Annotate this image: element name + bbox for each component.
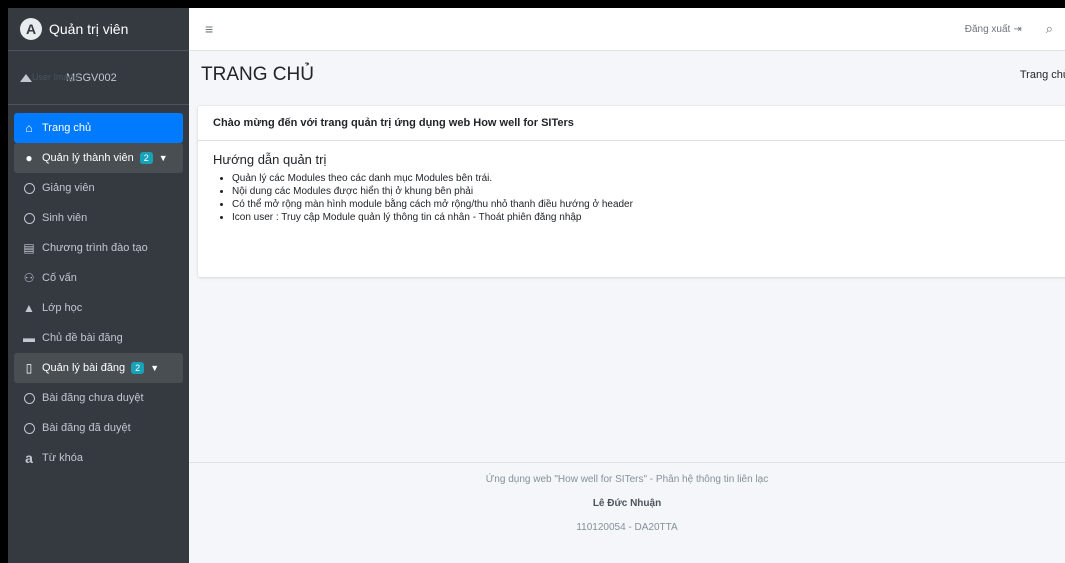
broken-image-icon (20, 72, 32, 82)
guide-list: Quản lý các Modules theo các danh mục Mo… (213, 172, 1054, 224)
content-wrapper: TRANG CHỦ Trang chủ Chào mừng đến với tr… (189, 51, 1065, 563)
brand-link[interactable]: A Quản trị viên (8, 8, 189, 51)
circle-icon (23, 392, 35, 404)
welcome-card: Chào mừng đến với trang quản trị ứng dụn… (198, 106, 1065, 277)
brand-title: Quản trị viên (49, 21, 129, 37)
user-image: User Image (20, 72, 79, 84)
sidebar-item-advisors[interactable]: ⚇ Cố vấn (14, 263, 183, 293)
sidebar-item-home[interactable]: ⌂ Trang chủ (14, 113, 183, 143)
card-body: Hướng dẫn quản trị Quản lý các Modules t… (198, 141, 1065, 235)
sidebar-item-keywords[interactable]: a Từ khóa (14, 443, 183, 473)
school-icon: ▲ (23, 301, 35, 315)
sidebar-item-approved-posts[interactable]: Bài đăng đã duyệt (14, 413, 183, 443)
circle-icon (23, 422, 35, 434)
users-icon: ⚇ (23, 271, 35, 285)
guide-heading: Hướng dẫn quản trị (213, 152, 327, 167)
badge: 2 (139, 152, 153, 164)
sidebar-item-curriculum[interactable]: ▤ Chương trình đào tạo (14, 233, 183, 263)
breadcrumb[interactable]: Trang chủ (1020, 69, 1065, 81)
home-icon: ⌂ (25, 121, 33, 135)
search-icon[interactable]: ⌕ (1046, 21, 1053, 37)
sidebar-nav: ⌂ Trang chủ ● Quản lý thành viên 2 ▼ Giả… (8, 105, 189, 473)
circle-icon (23, 182, 35, 194)
list-item: Nội dung các Modules được hiển thị ở khu… (232, 185, 1054, 198)
folder-icon: ▬ (23, 331, 35, 345)
brand-logo-icon: A (20, 18, 42, 40)
app-frame: A Quản trị viên User Image MSGV002 ⌂ Tra… (8, 8, 1065, 563)
list-item: Quản lý các Modules theo các danh mục Mo… (232, 172, 1054, 185)
sidebar-item-post-management[interactable]: ▯ Quản lý bài đăng 2 ▼ (14, 353, 183, 383)
file-icon: ▯ (25, 361, 33, 375)
sidebar-item-pending-posts[interactable]: Bài đăng chưa duyệt (14, 383, 183, 413)
sidebar-item-students[interactable]: Sinh viên (14, 203, 183, 233)
list-item: Icon user : Truy cập Module quản lý thôn… (232, 211, 1054, 224)
badge: 2 (131, 362, 145, 374)
footer: Ứng dụng web "How well for SITers" - Phâ… (189, 462, 1065, 563)
circle-icon (23, 212, 35, 224)
logout-button[interactable]: Đăng xuất ⇥ (965, 24, 1022, 35)
book-icon: ▤ (23, 241, 35, 255)
card-title: Chào mừng đến với trang quản trị ứng dụn… (198, 106, 1065, 141)
sidebar: A Quản trị viên User Image MSGV002 ⌂ Tra… (8, 8, 189, 563)
footer-code: 110120054 - DA20TTA (576, 522, 678, 533)
content-header: TRANG CHỦ Trang chủ (189, 51, 1065, 99)
topbar: ≡ Đăng xuất ⇥ ⌕ (189, 8, 1065, 51)
footer-app-line: Ứng dụng web "How well for SITers" - Phâ… (485, 474, 769, 485)
sidebar-item-classes[interactable]: ▲ Lớp học (14, 293, 183, 323)
hamburger-menu-icon[interactable]: ≡ (205, 21, 213, 37)
user-icon: ● (25, 151, 33, 165)
page-title: TRANG CHỦ (201, 64, 314, 85)
sidebar-item-lecturers[interactable]: Giảng viên (14, 173, 183, 203)
keyword-icon: a (25, 450, 33, 466)
chevron-down-icon: ▼ (150, 363, 160, 373)
sidebar-item-post-topics[interactable]: ▬ Chủ đề bài đăng (14, 323, 183, 353)
chevron-down-icon: ▼ (158, 153, 168, 163)
sign-out-icon: ⇥ (1013, 23, 1022, 35)
sidebar-item-member-management[interactable]: ● Quản lý thành viên 2 ▼ (14, 143, 183, 173)
user-panel[interactable]: User Image MSGV002 (8, 51, 189, 105)
footer-author: Lê Đức Nhuận (592, 498, 662, 509)
list-item: Có thể mở rộng màn hình module bằng cách… (232, 198, 1054, 211)
